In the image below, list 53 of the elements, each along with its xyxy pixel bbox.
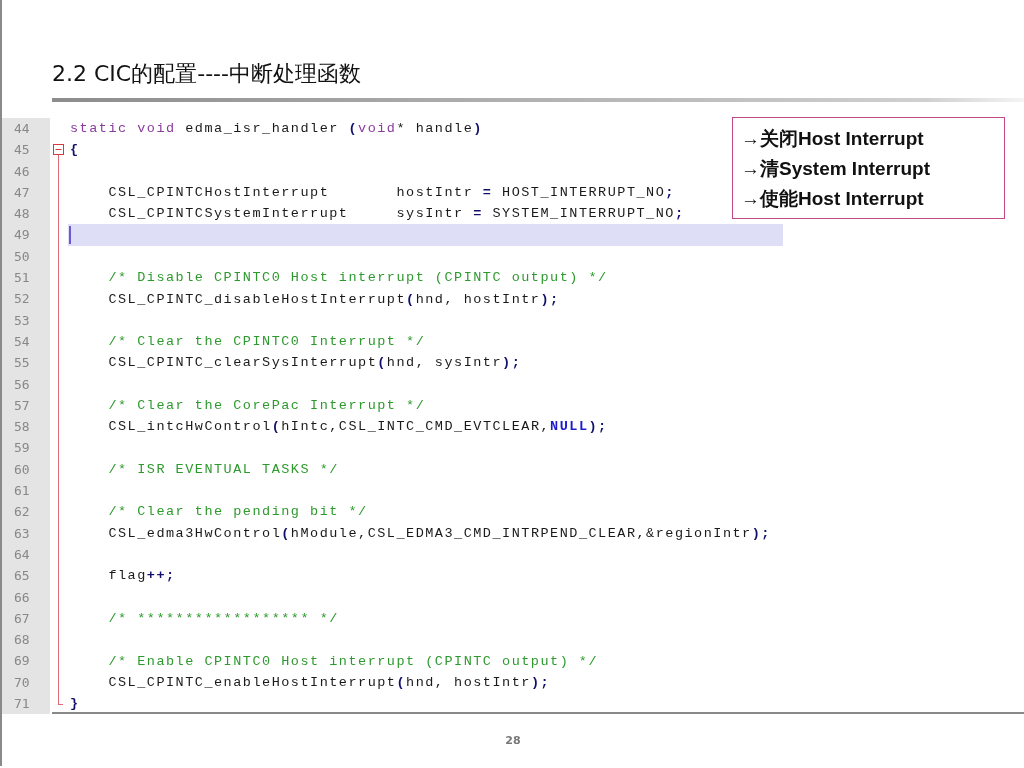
line-number: 68: [2, 629, 50, 651]
code-line: static void edma_isr_handler (void* handle): [69, 121, 483, 137]
collapse-icon[interactable]: [53, 144, 64, 156]
code-line: }: [69, 696, 80, 712]
code-line: CSL_edma3HwControl(hModule,CSL_EDMA3_CMD_INTRPEND_CLEAR,&regionIntr);: [107, 525, 771, 541]
line-number: 61: [2, 480, 50, 502]
code-line: /* Disable CPINTC0 Host interrupt (CPINTC output) */: [107, 270, 608, 286]
code-line: /* Clear the CPINTC0 Interrupt */: [107, 334, 426, 350]
line-number: 52: [2, 288, 50, 310]
line-number: 50: [2, 245, 50, 268]
code-line: CSL_CPINTCHostInterrupt hostIntr = HOST_INTERRUPT_NO;: [107, 185, 675, 201]
line-number: 53: [2, 309, 50, 331]
line-number: 66: [2, 586, 50, 608]
line-number: 56: [2, 373, 50, 395]
text-cursor: [69, 226, 71, 244]
callout-text: →关闭Host Interrupt: [741, 127, 925, 151]
line-number: 63: [2, 522, 50, 544]
line-number: 69: [2, 650, 50, 672]
line-number: 44: [2, 118, 50, 140]
line-number: 46: [2, 160, 50, 182]
line-number: 55: [2, 352, 50, 374]
line-number: 48: [2, 203, 50, 225]
line-number: 51: [2, 267, 50, 289]
page-number: 28: [505, 734, 521, 747]
code-line: /* ISR EVENTUAL TASKS */: [107, 461, 339, 477]
slide-title: 2.2 CIC的配置----中断处理函数: [51, 60, 362, 88]
line-number: 62: [2, 501, 50, 523]
line-number: 65: [2, 565, 50, 587]
callout-text: →清System Interrupt: [741, 157, 931, 181]
code-line: {: [69, 142, 80, 158]
code-line: /* Enable CPINTC0 Host interrupt (CPINTC output) */: [107, 653, 599, 669]
line-number: 60: [2, 458, 50, 481]
code-line: flag++;: [107, 568, 176, 584]
code-line: /* ****************** */: [107, 610, 339, 626]
code-line: CSL_CPINTCSystemInterrupt sysIntr = SYSTEM_INTERRUPT_NO;: [107, 206, 685, 222]
code-line: CSL_CPINTC_disableHostInterrupt(hnd, hostIntr);: [107, 291, 560, 307]
code-line: CSL_CPINTC_clearSysInterrupt(hnd, sysIntr);: [107, 355, 522, 371]
line-number: 64: [2, 543, 50, 566]
line-number: 49: [2, 224, 50, 246]
line-number: 45: [2, 139, 50, 161]
code-line: CSL_intcHwControl(hIntc,CSL_INTC_CMD_EVTCLEAR,NULL);: [107, 419, 608, 435]
code-line: CSL_CPINTC_enableHostInterrupt(hnd, hostIntr);: [107, 674, 551, 690]
line-number: 67: [2, 607, 50, 630]
line-number: 57: [2, 394, 50, 417]
line-number: 59: [2, 437, 50, 459]
callout-text: →使能Host Interrupt: [741, 187, 925, 211]
line-number: 70: [2, 671, 50, 693]
line-number: 47: [2, 181, 50, 204]
line-number: 71: [2, 693, 50, 715]
line-number: 54: [2, 330, 50, 353]
code-line: /* Clear the CorePac Interrupt */: [107, 398, 426, 413]
line-number: 58: [2, 416, 50, 438]
code-line: /* Clear the pending bit */: [107, 504, 368, 520]
